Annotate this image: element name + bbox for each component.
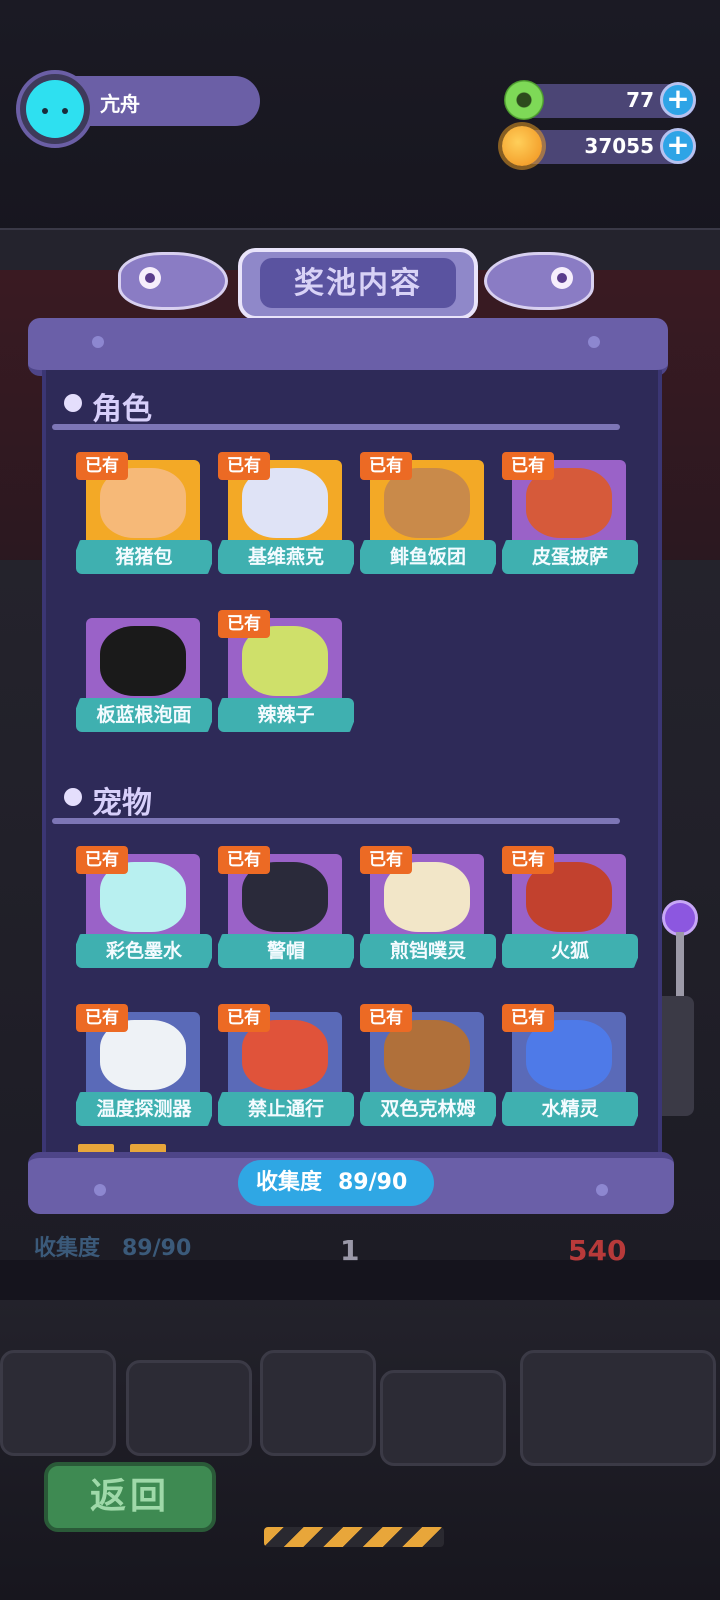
background-machine: [520, 1350, 716, 1466]
background-machine: [126, 1360, 252, 1456]
background-machine: [0, 1350, 116, 1456]
avatar[interactable]: [26, 80, 84, 138]
return-button[interactable]: 返回: [44, 1462, 216, 1532]
section-bullet: [64, 394, 82, 412]
pool-item[interactable]: 煎铛噗灵 已有: [360, 846, 496, 976]
item-name: 猪猪包: [76, 540, 212, 574]
item-name: 煎铛噗灵: [360, 934, 496, 968]
lever-knob: [662, 900, 698, 936]
pool-item[interactable]: 水精灵 已有: [502, 1004, 638, 1134]
hazard-stripe: [264, 1527, 444, 1547]
pool-item[interactable]: 禁止通行 已有: [218, 1004, 354, 1134]
rivet: [588, 336, 600, 348]
section-divider: [52, 424, 620, 430]
background-counter-1: 1: [340, 1234, 360, 1267]
pool-item[interactable]: 基维燕克 已有: [218, 452, 354, 582]
item-name: 水精灵: [502, 1092, 638, 1126]
fish-ornament-right: [484, 252, 594, 310]
owned-badge: 已有: [76, 1004, 128, 1032]
cat-eye-icon: [42, 108, 48, 114]
pool-item[interactable]: 彩色墨水 已有: [76, 846, 212, 976]
item-name: 温度探测器: [76, 1092, 212, 1126]
rivet: [94, 1184, 106, 1196]
pool-item[interactable]: 警帽 已有: [218, 846, 354, 976]
pool-item[interactable]: 皮蛋披萨 已有: [502, 452, 638, 582]
prize-pool-list[interactable]: 角色 猪猪包 已有 基维燕克 已有 鲱鱼饭团 已有 皮蛋披萨 已有 板蓝根泡面 辣辣子 已有 宠物 …: [42, 370, 662, 1160]
pool-item[interactable]: 猪猪包 已有: [76, 452, 212, 582]
owned-badge: 已有: [76, 846, 128, 874]
item-name: 双色克林姆: [360, 1092, 496, 1126]
player-name: 亢舟: [100, 92, 140, 116]
owned-badge: 已有: [218, 1004, 270, 1032]
panel-header: [28, 318, 668, 376]
collection-progress: 收集度 89/90: [238, 1160, 434, 1206]
pool-item[interactable]: 火狐 已有: [502, 846, 638, 976]
item-name: 板蓝根泡面: [76, 698, 212, 732]
background-machine: [380, 1370, 506, 1466]
background-machine: [260, 1350, 376, 1456]
pool-item[interactable]: 板蓝根泡面: [76, 610, 212, 740]
item-name: 皮蛋披萨: [502, 540, 638, 574]
add-donut-button[interactable]: +: [660, 82, 696, 118]
owned-badge: 已有: [218, 452, 270, 480]
section-title-pets: 宠物: [92, 786, 152, 821]
owned-badge: 已有: [502, 452, 554, 480]
pool-item[interactable]: 鲱鱼饭团 已有: [360, 452, 496, 582]
owned-badge: 已有: [218, 846, 270, 874]
owned-badge: 已有: [502, 1004, 554, 1032]
rivet: [92, 336, 104, 348]
owned-badge: 已有: [76, 452, 128, 480]
owned-badge: 已有: [360, 452, 412, 480]
item-name: 辣辣子: [218, 698, 354, 732]
add-planet-button[interactable]: +: [660, 128, 696, 164]
owned-badge: 已有: [218, 610, 270, 638]
pool-title: 奖池内容: [294, 266, 422, 301]
pool-item[interactable]: 双色克林姆 已有: [360, 1004, 496, 1134]
lever-stick: [676, 932, 684, 1002]
pool-item[interactable]: 温度探测器 已有: [76, 1004, 212, 1134]
cat-ear-icon: [30, 80, 50, 90]
owned-badge: 已有: [360, 1004, 412, 1032]
section-bullet: [64, 788, 82, 806]
rivet: [596, 1184, 608, 1196]
planet-count: 37055: [584, 134, 654, 158]
owned-badge: 已有: [502, 846, 554, 874]
item-name: 彩色墨水: [76, 934, 212, 968]
owned-badge: 已有: [360, 846, 412, 874]
section-title-characters: 角色: [92, 392, 152, 427]
pool-item[interactable]: 辣辣子 已有: [218, 610, 354, 740]
section-divider: [52, 818, 620, 824]
item-name: 基维燕克: [218, 540, 354, 574]
cat-ear-icon: [60, 80, 80, 90]
item-name: 火狐: [502, 934, 638, 968]
donut-count: 77: [626, 88, 654, 112]
item-name: 禁止通行: [218, 1092, 354, 1126]
collection-progress-value: 89/90: [338, 1170, 408, 1195]
cat-eye-icon: [62, 108, 68, 114]
collection-progress-label: 收集度: [256, 1170, 323, 1195]
item-portrait-icon: [100, 626, 186, 696]
background-counter-2: 540: [568, 1234, 627, 1267]
item-name: 警帽: [218, 934, 354, 968]
fish-ornament-left: [118, 252, 228, 310]
item-name: 鲱鱼饭团: [360, 540, 496, 574]
background-progress-text: 收集度 89/90: [34, 1236, 192, 1261]
